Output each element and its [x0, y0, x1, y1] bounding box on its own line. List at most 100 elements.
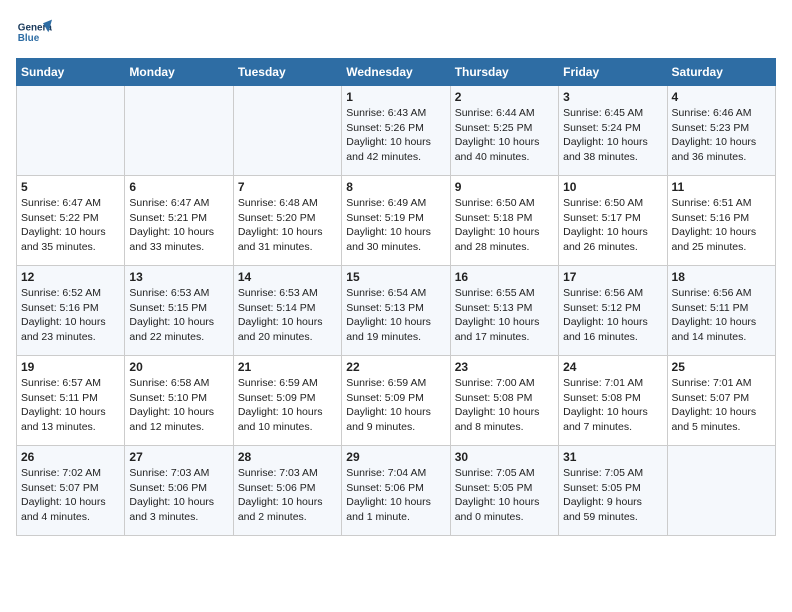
calendar-cell	[125, 86, 233, 176]
day-content: Sunrise: 7:01 AM Sunset: 5:08 PM Dayligh…	[563, 376, 662, 435]
header-monday: Monday	[125, 59, 233, 86]
day-content: Sunrise: 7:04 AM Sunset: 5:06 PM Dayligh…	[346, 466, 445, 525]
calendar-cell: 15Sunrise: 6:54 AM Sunset: 5:13 PM Dayli…	[342, 266, 450, 356]
svg-text:Blue: Blue	[18, 33, 40, 44]
day-number: 19	[21, 360, 120, 374]
calendar-cell: 20Sunrise: 6:58 AM Sunset: 5:10 PM Dayli…	[125, 356, 233, 446]
calendar-header-row: SundayMondayTuesdayWednesdayThursdayFrid…	[17, 59, 776, 86]
calendar-cell: 31 Sunrise: 7:05 AM Sunset: 5:05 PM Dayli…	[559, 446, 667, 536]
day-number: 1	[346, 90, 445, 104]
calendar-cell: 7 Sunrise: 6:48 AM Sunset: 5:20 PM Daylig…	[233, 176, 341, 266]
calendar-cell	[667, 446, 775, 536]
day-number: 14	[238, 270, 337, 284]
day-number: 26	[21, 450, 120, 464]
calendar-cell: 3 Sunrise: 6:45 AM Sunset: 5:24 PM Daylig…	[559, 86, 667, 176]
day-content: Sunrise: 6:56 AM Sunset: 5:11 PM Dayligh…	[672, 286, 771, 345]
calendar-cell: 2Sunrise: 6:44 AM Sunset: 5:25 PM Daylig…	[450, 86, 558, 176]
day-number: 18	[672, 270, 771, 284]
calendar-cell: 9 Sunrise: 6:50 AM Sunset: 5:18 PM Daylig…	[450, 176, 558, 266]
calendar-cell: 23 Sunrise: 7:00 AM Sunset: 5:08 PM Dayli…	[450, 356, 558, 446]
header-thursday: Thursday	[450, 59, 558, 86]
day-number: 13	[129, 270, 228, 284]
day-content: Sunrise: 7:03 AM Sunset: 5:06 PM Dayligh…	[129, 466, 228, 525]
day-content: Sunrise: 6:50 AM Sunset: 5:17 PM Dayligh…	[563, 196, 662, 255]
day-content: Sunrise: 6:45 AM Sunset: 5:24 PM Dayligh…	[563, 106, 662, 165]
calendar-cell: 29 Sunrise: 7:04 AM Sunset: 5:06 PM Dayli…	[342, 446, 450, 536]
day-number: 31	[563, 450, 662, 464]
calendar-cell: 13 Sunrise: 6:53 AM Sunset: 5:15 PM Dayli…	[125, 266, 233, 356]
day-number: 25	[672, 360, 771, 374]
day-content: Sunrise: 6:57 AM Sunset: 5:11 PM Dayligh…	[21, 376, 120, 435]
logo-icon: General Blue	[16, 16, 52, 52]
calendar-cell: 26 Sunrise: 7:02 AM Sunset: 5:07 PM Dayli…	[17, 446, 125, 536]
day-number: 7	[238, 180, 337, 194]
calendar-cell: 22 Sunrise: 6:59 AM Sunset: 5:09 PM Dayli…	[342, 356, 450, 446]
header-friday: Friday	[559, 59, 667, 86]
calendar-cell: 14 Sunrise: 6:53 AM Sunset: 5:14 PM Dayli…	[233, 266, 341, 356]
calendar-cell	[17, 86, 125, 176]
day-content: Sunrise: 6:54 AM Sunset: 5:13 PM Dayligh…	[346, 286, 445, 345]
day-content: Sunrise: 6:55 AM Sunset: 5:13 PM Dayligh…	[455, 286, 554, 345]
calendar-cell: 8 Sunrise: 6:49 AM Sunset: 5:19 PM Daylig…	[342, 176, 450, 266]
day-content: Sunrise: 6:59 AM Sunset: 5:09 PM Dayligh…	[346, 376, 445, 435]
day-content: Sunrise: 6:46 AM Sunset: 5:23 PM Dayligh…	[672, 106, 771, 165]
calendar-cell	[233, 86, 341, 176]
calendar-cell: 24 Sunrise: 7:01 AM Sunset: 5:08 PM Dayli…	[559, 356, 667, 446]
day-number: 9	[455, 180, 554, 194]
header-sunday: Sunday	[17, 59, 125, 86]
calendar-cell: 25 Sunrise: 7:01 AM Sunset: 5:07 PM Dayli…	[667, 356, 775, 446]
calendar-cell: 21Sunrise: 6:59 AM Sunset: 5:09 PM Dayli…	[233, 356, 341, 446]
header-tuesday: Tuesday	[233, 59, 341, 86]
day-number: 24	[563, 360, 662, 374]
day-content: Sunrise: 7:02 AM Sunset: 5:07 PM Dayligh…	[21, 466, 120, 525]
day-content: Sunrise: 6:43 AM Sunset: 5:26 PM Dayligh…	[346, 106, 445, 165]
calendar-week-row: 26 Sunrise: 7:02 AM Sunset: 5:07 PM Dayli…	[17, 446, 776, 536]
calendar-cell: 17Sunrise: 6:56 AM Sunset: 5:12 PM Dayli…	[559, 266, 667, 356]
day-number: 10	[563, 180, 662, 194]
day-content: Sunrise: 7:01 AM Sunset: 5:07 PM Dayligh…	[672, 376, 771, 435]
day-number: 4	[672, 90, 771, 104]
day-number: 17	[563, 270, 662, 284]
day-number: 23	[455, 360, 554, 374]
day-content: Sunrise: 6:49 AM Sunset: 5:19 PM Dayligh…	[346, 196, 445, 255]
calendar-cell: 19 Sunrise: 6:57 AM Sunset: 5:11 PM Dayli…	[17, 356, 125, 446]
calendar-table: SundayMondayTuesdayWednesdayThursdayFrid…	[16, 58, 776, 536]
day-number: 29	[346, 450, 445, 464]
calendar-cell: 11 Sunrise: 6:51 AM Sunset: 5:16 PM Dayli…	[667, 176, 775, 266]
day-content: Sunrise: 7:05 AM Sunset: 5:05 PM Dayligh…	[563, 466, 662, 525]
day-number: 11	[672, 180, 771, 194]
day-content: Sunrise: 6:53 AM Sunset: 5:14 PM Dayligh…	[238, 286, 337, 345]
day-content: Sunrise: 6:47 AM Sunset: 5:22 PM Dayligh…	[21, 196, 120, 255]
day-content: Sunrise: 7:00 AM Sunset: 5:08 PM Dayligh…	[455, 376, 554, 435]
day-number: 5	[21, 180, 120, 194]
calendar-cell: 4 Sunrise: 6:46 AM Sunset: 5:23 PM Daylig…	[667, 86, 775, 176]
calendar-cell: 6 Sunrise: 6:47 AM Sunset: 5:21 PM Daylig…	[125, 176, 233, 266]
day-content: Sunrise: 6:51 AM Sunset: 5:16 PM Dayligh…	[672, 196, 771, 255]
day-content: Sunrise: 6:47 AM Sunset: 5:21 PM Dayligh…	[129, 196, 228, 255]
calendar-cell: 18 Sunrise: 6:56 AM Sunset: 5:11 PM Dayli…	[667, 266, 775, 356]
day-content: Sunrise: 6:53 AM Sunset: 5:15 PM Dayligh…	[129, 286, 228, 345]
calendar-cell: 10 Sunrise: 6:50 AM Sunset: 5:17 PM Dayli…	[559, 176, 667, 266]
calendar-week-row: 5 Sunrise: 6:47 AM Sunset: 5:22 PM Daylig…	[17, 176, 776, 266]
calendar-cell: 28Sunrise: 7:03 AM Sunset: 5:06 PM Dayli…	[233, 446, 341, 536]
day-number: 6	[129, 180, 228, 194]
day-content: Sunrise: 6:50 AM Sunset: 5:18 PM Dayligh…	[455, 196, 554, 255]
logo: General Blue	[16, 16, 56, 52]
day-number: 3	[563, 90, 662, 104]
day-number: 22	[346, 360, 445, 374]
day-content: Sunrise: 6:48 AM Sunset: 5:20 PM Dayligh…	[238, 196, 337, 255]
calendar-cell: 5 Sunrise: 6:47 AM Sunset: 5:22 PM Daylig…	[17, 176, 125, 266]
calendar-week-row: 1 Sunrise: 6:43 AM Sunset: 5:26 PM Daylig…	[17, 86, 776, 176]
calendar-cell: 12Sunrise: 6:52 AM Sunset: 5:16 PM Dayli…	[17, 266, 125, 356]
page-header: General Blue	[16, 16, 776, 52]
day-number: 16	[455, 270, 554, 284]
calendar-week-row: 12Sunrise: 6:52 AM Sunset: 5:16 PM Dayli…	[17, 266, 776, 356]
calendar-cell: 16 Sunrise: 6:55 AM Sunset: 5:13 PM Dayli…	[450, 266, 558, 356]
day-number: 8	[346, 180, 445, 194]
day-number: 28	[238, 450, 337, 464]
day-number: 2	[455, 90, 554, 104]
day-content: Sunrise: 7:05 AM Sunset: 5:05 PM Dayligh…	[455, 466, 554, 525]
day-number: 27	[129, 450, 228, 464]
day-content: Sunrise: 6:52 AM Sunset: 5:16 PM Dayligh…	[21, 286, 120, 345]
day-content: Sunrise: 6:58 AM Sunset: 5:10 PM Dayligh…	[129, 376, 228, 435]
